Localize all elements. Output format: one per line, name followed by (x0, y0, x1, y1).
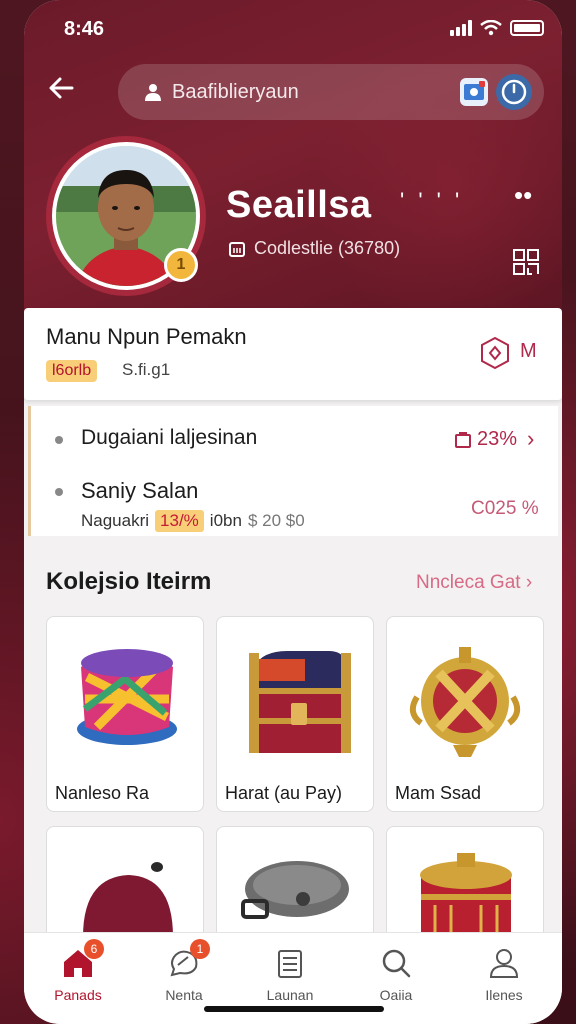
signal-icon (450, 20, 472, 36)
chevron-right-icon: › (527, 426, 535, 451)
back-arrow-icon[interactable] (46, 72, 78, 104)
profile-subtitle: Codlestlie (36780) (228, 238, 400, 259)
hexagon-icon[interactable] (480, 336, 510, 370)
search-bar[interactable]: Baafiblieryaun (118, 64, 544, 120)
stat-row-1-value[interactable]: 23% › (455, 426, 534, 452)
search-text: Baafiblieryaun (172, 80, 299, 103)
stat-row-2-mid: i0bn (209, 511, 242, 530)
collection-item[interactable]: Mam Ssad (386, 616, 544, 812)
collection-item[interactable]: Nanleso Ra (46, 616, 204, 812)
clock-icon[interactable] (496, 74, 532, 110)
wifi-icon (480, 20, 502, 36)
player-card[interactable]: Manu Npun Pemakn l6orlb S.fi.g1 M (24, 308, 562, 400)
battery-icon (510, 20, 544, 36)
calendar-icon (229, 241, 245, 257)
chat-icon: 1 (166, 939, 210, 981)
qr-code-icon[interactable] (512, 248, 540, 276)
collection-item-label: Nanleso Ra (55, 783, 150, 803)
stat-row-1-value-text: 23% (477, 427, 518, 450)
bullet-icon (55, 488, 63, 496)
nav-badge: 1 (190, 939, 210, 959)
stats-card: Dugaiani laljesinan 23% › Saniy Salan Na… (28, 406, 558, 536)
user-icon (145, 84, 161, 101)
search-icon (378, 945, 414, 981)
golden-orb-icon (409, 647, 521, 757)
bucket-hat-icon (77, 649, 177, 745)
level-badge: 1 (164, 248, 198, 282)
profile-icon (486, 945, 522, 981)
nav-badge: 6 (84, 939, 104, 959)
treasure-chest-icon (249, 651, 351, 753)
nav-item-chat[interactable]: 1 Nenta (144, 939, 224, 1003)
status-time: 8:46 (64, 18, 105, 40)
stat-row-2-chip: 13/% (155, 510, 204, 532)
collection-item-label: Harat (au Pay) (225, 783, 343, 803)
stat-row-2-price: $ 20 $0 (247, 511, 305, 530)
collection-title: Kolejsio Iteirm (46, 568, 212, 595)
stat-row-1-label: Dugaiani laljesinan (81, 426, 258, 449)
stat-row-2-label: Saniy Salan (81, 478, 199, 503)
player-meta: S.fi.g1 (122, 360, 171, 379)
nav-label: Ilenes (485, 987, 523, 1003)
nav-item-home[interactable]: 6 Panads (38, 939, 118, 1003)
bag-icon (455, 432, 471, 448)
profile-subtitle-text: Codlestlie (36780) (254, 238, 401, 258)
see-all-link[interactable]: Nncleca Gat › (416, 572, 532, 594)
collection-item-label: Mam Ssad (395, 783, 482, 803)
stat-row-2-prefix: Naguakri (81, 511, 150, 530)
status-bar: 8:46 (64, 16, 544, 44)
app-screen: 8:46 Baafiblieryaun 1 Seaillsa ' ' ' ' •… (24, 0, 562, 1024)
gallery-icon[interactable] (460, 78, 488, 106)
nav-item-search[interactable]: Oaiia (356, 945, 436, 1003)
more-options-icon[interactable]: •• (514, 180, 532, 211)
nav-item-documents[interactable]: Launan (250, 945, 330, 1003)
status-icons (450, 20, 544, 36)
see-all-text: Nncleca Gat (416, 572, 521, 593)
document-icon (272, 945, 308, 981)
collection-item[interactable]: Harat (au Pay) (216, 616, 374, 812)
profile-name-suffix: ' ' ' ' (400, 188, 464, 213)
home-icon: 6 (60, 939, 104, 981)
nav-label: Nenta (165, 987, 203, 1003)
player-letter: M (520, 340, 537, 362)
bullet-icon (55, 436, 63, 444)
home-indicator[interactable] (204, 1006, 384, 1012)
stat-row-2-sub: Naguakri 13/% i0bn $ 20 $0 (81, 510, 305, 532)
nav-label: Launan (266, 987, 314, 1003)
player-title: Manu Npun Pemakn (46, 324, 247, 349)
player-tag: l6orlb (46, 360, 98, 382)
chevron-right-icon: › (525, 572, 533, 593)
nav-label: Panads (54, 987, 102, 1003)
stat-row-2-value: C025 % (471, 498, 539, 519)
nav-label: Oaiia (379, 987, 413, 1003)
profile-name: Seaillsa (226, 184, 372, 226)
nav-item-profile[interactable]: Ilenes (464, 945, 544, 1003)
